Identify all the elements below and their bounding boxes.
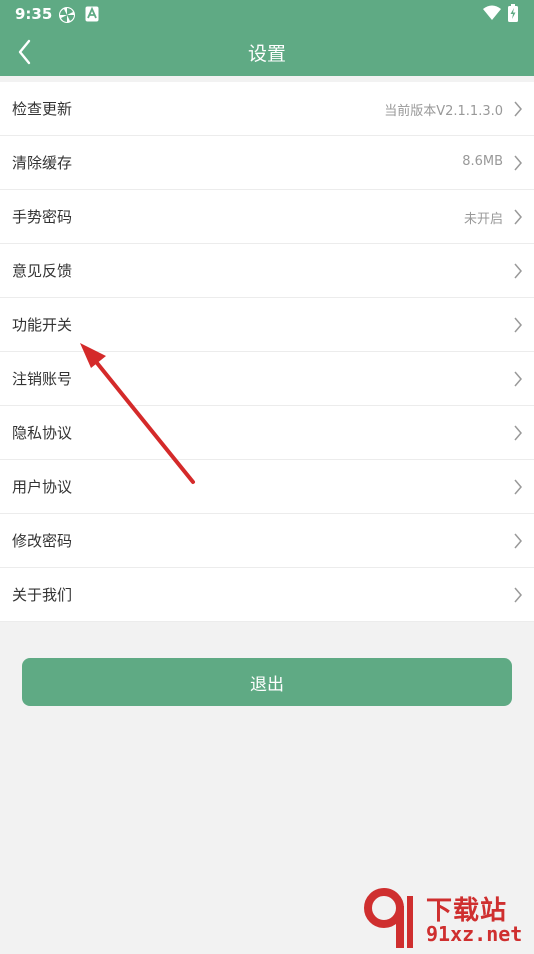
settings-item-delete-account[interactable]: 注销账号: [0, 352, 534, 406]
settings-item-feedback[interactable]: 意见反馈: [0, 244, 534, 298]
settings-item-label: 关于我们: [12, 586, 73, 604]
settings-item-label: 清除缓存: [12, 154, 73, 172]
settings-item-change-password[interactable]: 修改密码: [0, 514, 534, 568]
watermark: 下载站 91xz.net: [360, 886, 534, 950]
chevron-right-icon: [514, 209, 522, 225]
watermark-url: 91xz.net: [426, 922, 523, 946]
chevron-right-icon: [514, 479, 522, 495]
page-title: 设置: [247, 43, 286, 65]
settings-item-label: 用户协议: [12, 478, 73, 496]
settings-item-label: 检查更新: [12, 100, 73, 118]
watermark-logo-icon: [364, 888, 413, 948]
chevron-right-icon: [514, 317, 522, 333]
settings-item-value: 未开启: [463, 212, 503, 227]
settings-item-value: 当前版本V2.1.1.3.0: [384, 104, 503, 119]
settings-item-gesture-password[interactable]: 手势密码 未开启: [0, 190, 534, 244]
settings-item-about-us[interactable]: 关于我们: [0, 568, 534, 622]
chevron-right-icon: [514, 533, 522, 549]
settings-item-clear-cache[interactable]: 清除缓存 8.6MB: [0, 136, 534, 190]
settings-item-check-update[interactable]: 检查更新 当前版本V2.1.1.3.0: [0, 82, 534, 136]
chevron-right-icon: [514, 263, 522, 279]
settings-list: 检查更新 当前版本V2.1.1.3.0 清除缓存 8.6MB 手势密码 未开启 …: [0, 82, 534, 622]
settings-item-label: 隐私协议: [12, 424, 73, 442]
settings-item-privacy-policy[interactable]: 隐私协议: [0, 406, 534, 460]
settings-item-label: 注销账号: [12, 370, 73, 388]
settings-item-user-agreement[interactable]: 用户协议: [0, 460, 534, 514]
battery-charging-icon: [508, 4, 518, 26]
logout-button[interactable]: 退出: [22, 658, 512, 706]
nav-bar: 设置: [0, 28, 534, 76]
status-bar: 9:35: [0, 0, 534, 28]
chevron-right-icon: [514, 371, 522, 387]
settings-item-label: 意见反馈: [12, 262, 73, 280]
chevron-right-icon: [514, 425, 522, 441]
settings-item-feature-switch[interactable]: 功能开关: [0, 298, 534, 352]
status-time: 9:35: [15, 5, 53, 23]
pinwheel-icon: [58, 6, 76, 28]
a-badge-icon: [85, 6, 99, 26]
settings-item-value: 8.6MB: [462, 154, 503, 169]
wifi-icon: [483, 5, 501, 25]
chevron-right-icon: [514, 587, 522, 603]
settings-item-label: 功能开关: [12, 316, 73, 334]
app-header: 9:35 设置: [0, 0, 534, 76]
chevron-right-icon: [514, 101, 522, 117]
settings-item-label: 手势密码: [12, 208, 73, 226]
settings-item-label: 修改密码: [12, 532, 73, 550]
chevron-right-icon: [514, 155, 522, 171]
